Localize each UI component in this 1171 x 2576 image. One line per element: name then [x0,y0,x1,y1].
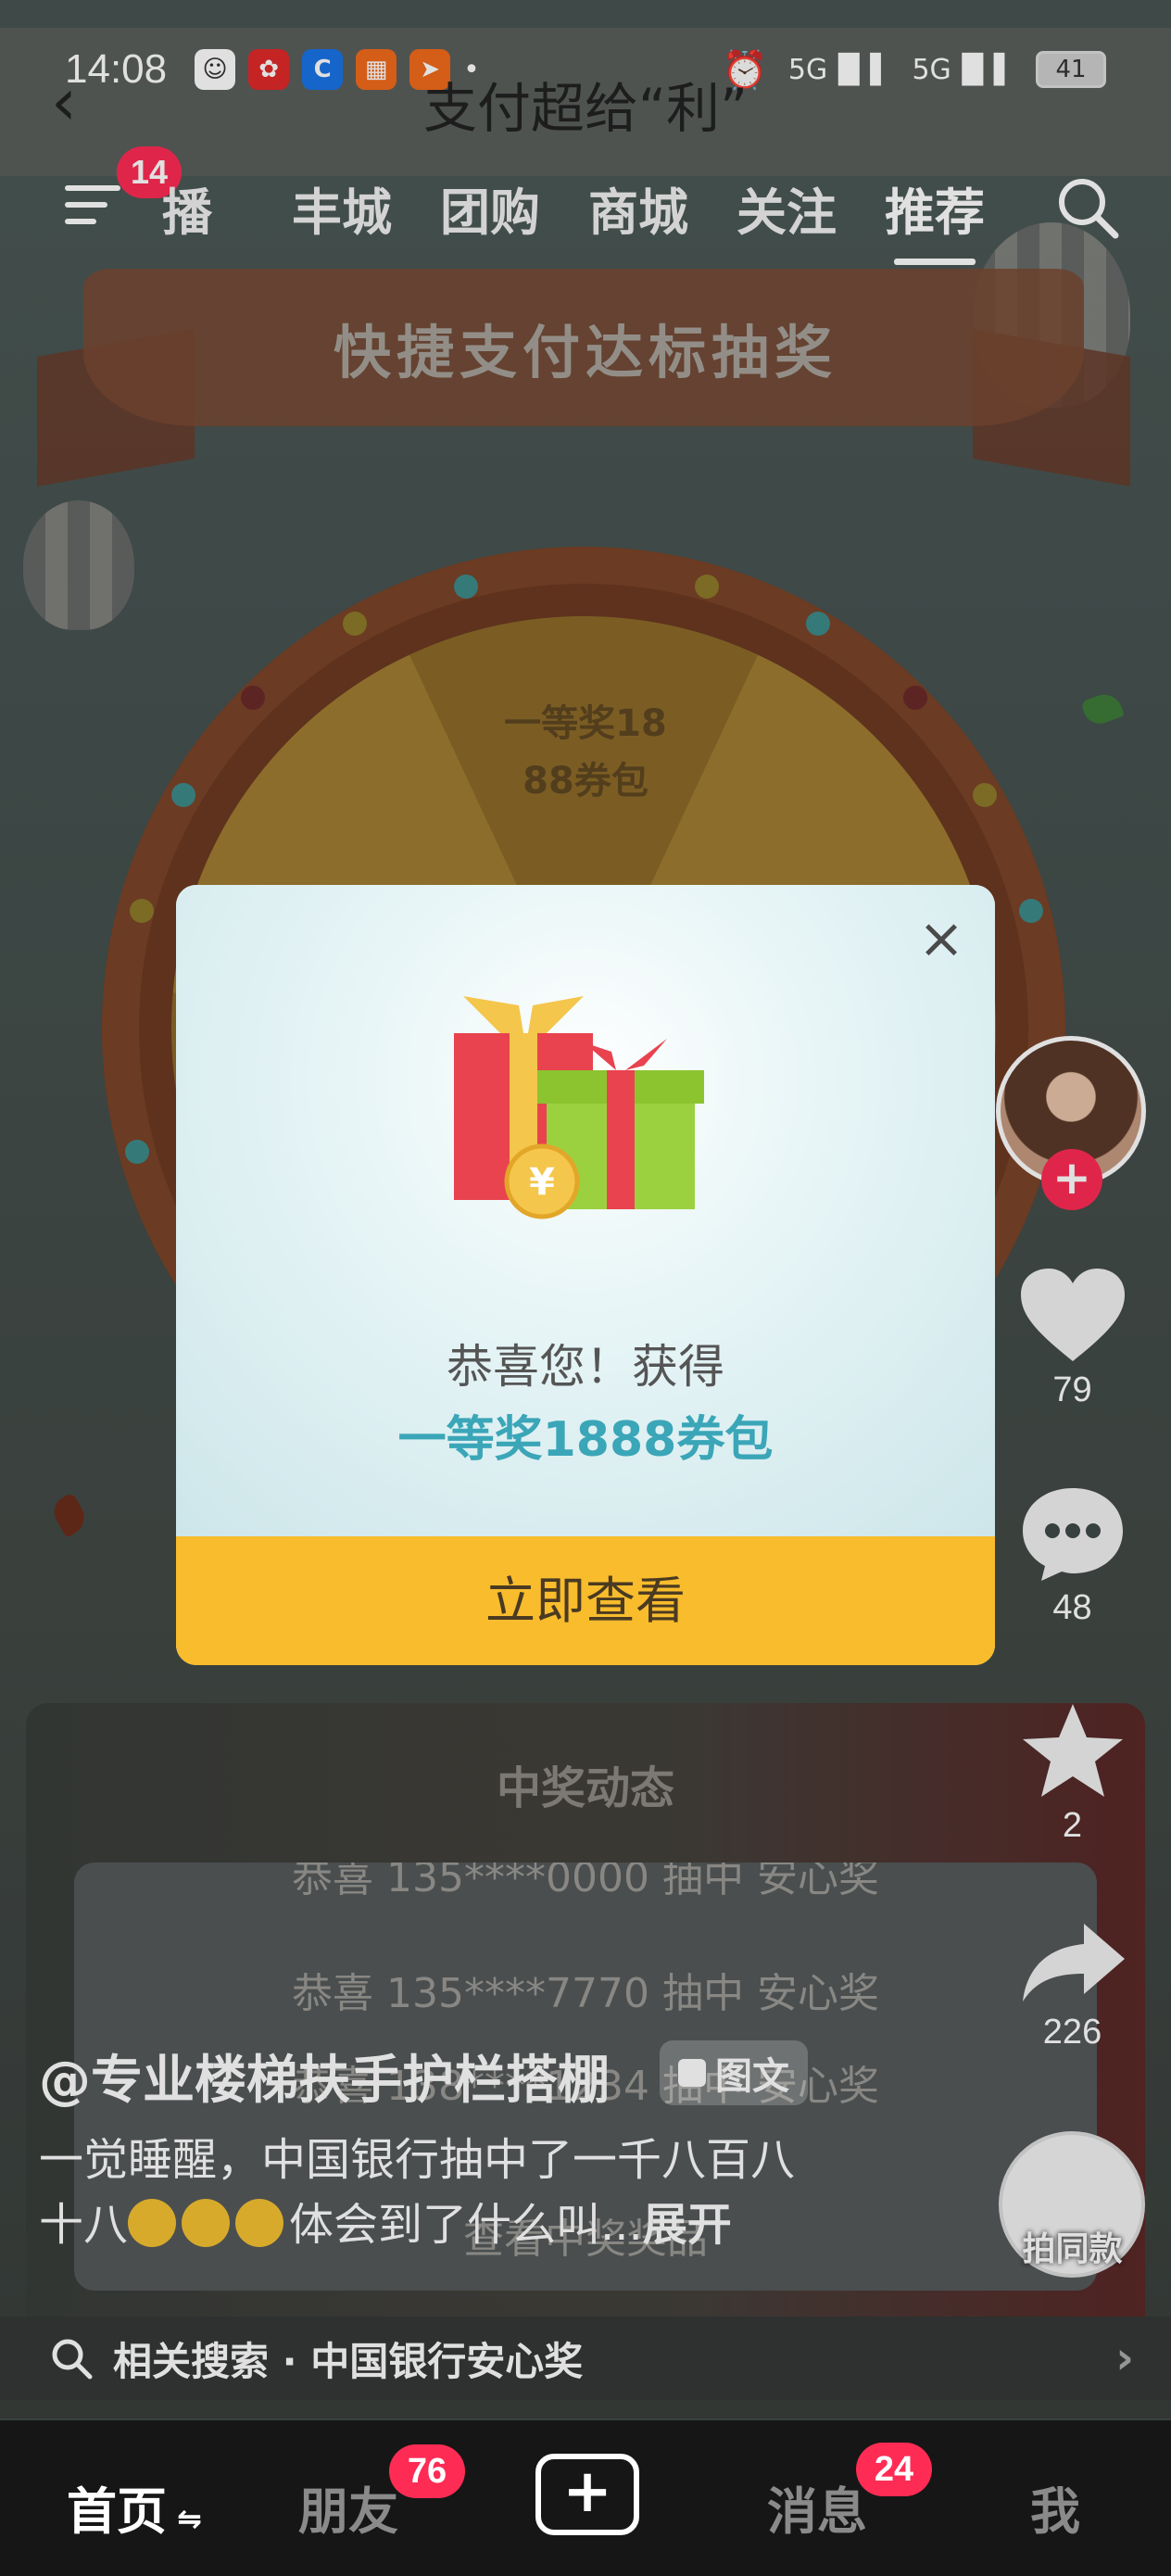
view-now-button[interactable]: 立即查看 [176,1536,995,1665]
tab-messages[interactable]: 消息 [767,2470,867,2544]
close-icon[interactable]: × [913,911,969,968]
refresh-swap-icon: ⇋ [167,2501,202,2536]
tab-me[interactable]: 我 [1030,2470,1080,2544]
svg-text:¥: ¥ [529,1161,555,1204]
friends-badge: 76 [389,2444,465,2498]
gift-box-icon: ¥ [454,996,704,1219]
congrats-text: 恭喜您！获得 [447,1340,724,1394]
tab-home[interactable]: 首页 ⇋ [67,2470,202,2544]
messages-badge: 24 [856,2443,932,2496]
prize-modal: × ¥ 恭喜您！获得 一等奖1888券包 立即查看 [176,885,995,1665]
tab-friends[interactable]: 朋友 [298,2470,398,2544]
prize-text: 一等奖1888券包 [397,1412,774,1468]
create-post-button[interactable]: + [535,2454,639,2535]
